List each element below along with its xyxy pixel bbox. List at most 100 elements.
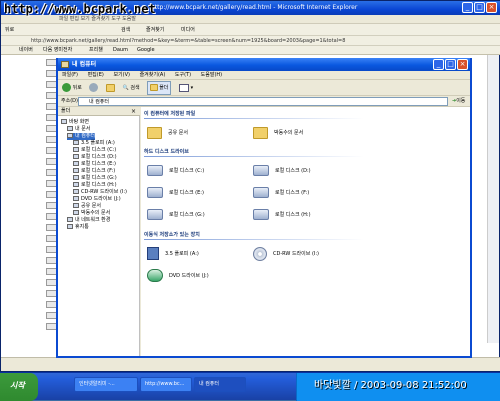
hard-drive-icon [253,209,269,220]
group-header-files: 이 컴퓨터에 저장된 파일 [144,111,196,117]
ie-scrollbar[interactable] [487,55,499,343]
group-divider [144,239,364,240]
tree-node[interactable]: 로컬 디스크 (D:) [73,154,117,161]
menu-favorites[interactable]: 즐겨찾기(A) [140,72,166,78]
hard-drive-icon [147,187,163,198]
tree-node[interactable]: DVD 드라이브 (J:) [73,196,121,203]
close-pane-icon[interactable]: × [130,108,137,115]
tree-node-icon [73,189,79,194]
menu-tools[interactable]: 도구(T) [175,72,191,78]
tree-node-label: CD-RW 드라이브 (I:) [81,189,128,195]
address-input[interactable]: 내 컴퓨터 [78,97,448,106]
ie-window-controls: _ □ × [462,2,497,13]
menu-bar: 파일(F) 편집(E) 보기(V) 즐겨찾기(A) 도구(T) 도움말(H) [58,71,470,80]
tree-node[interactable]: CD-RW 드라이브 (I:) [73,189,127,196]
tree-node-label: 3.5 플로피 (A:) [81,140,115,146]
menu-file[interactable]: 파일(F) [62,72,78,78]
ie-page-sidebar [1,55,72,343]
tree-node[interactable]: 로컬 디스크 (C:) [73,147,116,154]
window-title-bar[interactable]: 내 컴퓨터 [58,58,470,71]
cdrw-i[interactable]: CD-RW 드라이브 (I:) [253,244,319,264]
tree-node-icon [73,196,79,201]
tree-node-label: 로컬 디스크 (G:) [81,175,117,181]
tree-node-label: 내 문서 [75,126,91,132]
minimize-icon[interactable]: _ [462,2,473,13]
tree-node-icon [73,140,79,145]
ie-link[interactable]: 프리챌 [89,46,103,55]
drive-c[interactable]: 로컬 디스크 (C:) [147,161,204,181]
ie-search-button[interactable]: 검색 [121,24,130,36]
forward-button[interactable] [89,80,99,96]
taskbar-button[interactable]: 내 컴퓨터 [194,377,246,392]
close-icon[interactable]: × [457,59,468,70]
window-controls: _ □ × [433,59,468,70]
my-documents-item[interactable]: 박동수의 문서 [253,123,303,143]
tree-node-label: 로컬 디스크 (D:) [81,154,117,160]
back-button[interactable]: 뒤로 [62,80,82,96]
ie-media-button[interactable]: 미디어 [181,24,195,36]
folder-up-icon [105,83,115,92]
ie-link[interactable]: Google [137,46,155,55]
search-icon: 🔍 [122,85,129,91]
group-divider [144,156,364,157]
start-button[interactable]: 시작 [0,373,38,401]
tree-node-label: 내 네트워크 환경 [75,217,111,223]
drive-f[interactable]: 로컬 디스크 (F:) [253,183,309,203]
tree-node-label: 로컬 디스크 (E:) [81,161,116,167]
tree-node[interactable]: 3.5 플로피 (A:) [73,140,115,147]
taskbar-button[interactable]: http://www.bc... [140,377,192,392]
menu-view[interactable]: 보기(V) [113,72,130,78]
up-button[interactable] [105,80,115,96]
shared-documents-item[interactable]: 공유 문서 [147,123,188,143]
ie-back-button[interactable]: 뒤로 [5,24,14,36]
ie-link[interactable]: 네이버 [19,46,33,55]
tree-node-icon [73,182,79,187]
drive-h[interactable]: 로컬 디스크 (H:) [253,205,311,225]
ie-address-input[interactable]: http://www.bcpark.net/gallery/read.html?… [31,36,345,46]
tree-node[interactable]: 로컬 디스크 (H:) [73,182,117,189]
standard-toolbar: 뒤로 🔍 검색 폴더 ▾ [58,80,470,96]
go-button[interactable]: ➜이동 [452,97,468,106]
folders-icon [150,84,159,91]
ie-link[interactable]: 다음 영미전자 [43,46,72,55]
hard-drive-icon [253,187,269,198]
ie-menu-bar[interactable]: 파일 편집 보기 즐겨찾기 도구 도움말 [1,15,500,24]
close-icon[interactable]: × [486,2,497,13]
menu-edit[interactable]: 편집(E) [88,72,104,78]
tree-node-label: 로컬 디스크 (F:) [81,168,116,174]
ie-link[interactable]: Daum [113,46,128,55]
tree-node[interactable]: 내 네트워크 환경 [67,217,110,224]
hard-drive-icon [147,165,163,176]
tree-node[interactable]: 바탕 화면 [61,119,89,126]
search-button[interactable]: 🔍 검색 [123,80,140,96]
tree-node-icon [73,210,79,215]
content-pane: 이 컴퓨터에 저장된 파일 공유 문서 박동수의 문서 하드 디스크 드라이브 … [141,107,470,356]
tree-node[interactable]: 휴지통 [67,224,89,231]
drive-e[interactable]: 로컬 디스크 (E:) [147,183,204,203]
tree-node[interactable]: 내 컴퓨터 [67,133,95,140]
maximize-icon[interactable]: □ [474,2,485,13]
taskbar-button[interactable]: 인터넷알리미 -... [74,377,138,392]
drive-g[interactable]: 로컬 디스크 (G:) [147,205,205,225]
tree-node-icon [73,154,79,159]
tree-node[interactable]: 내 문서 [67,126,90,133]
tree-node[interactable]: 로컬 디스크 (E:) [73,161,116,168]
dvd-drive-icon [147,269,163,282]
drive-d[interactable]: 로컬 디스크 (D:) [253,161,311,181]
maximize-icon[interactable]: □ [445,59,456,70]
tree-node-icon [67,126,73,131]
views-button[interactable]: ▾ [179,80,193,96]
tree-node[interactable]: 로컬 디스크 (G:) [73,175,117,182]
tree-node[interactable]: 로컬 디스크 (F:) [73,168,115,175]
ie-favorites-button[interactable]: 즐겨찾기 [146,24,164,36]
tree-node[interactable]: 공유 문서 [73,203,101,210]
folders-button[interactable]: 폴더 [147,81,172,95]
group-header-drives: 하드 디스크 드라이브 [144,149,189,155]
floppy-a[interactable]: 3.5 플로피 (A:) [147,244,199,264]
menu-help[interactable]: 도움말(H) [201,72,222,78]
folder-tree-pane: 폴더 × 바탕 화면 내 문서 내 컴퓨터 3.5 플로피 (A:) 로컬 디스크 (C… [58,107,140,356]
tree-node[interactable]: 박동수의 문서 [73,210,110,217]
dvd-j[interactable]: DVD 드라이브 (J:) [147,266,209,286]
tree-node-icon [73,175,79,180]
minimize-icon[interactable]: _ [433,59,444,70]
